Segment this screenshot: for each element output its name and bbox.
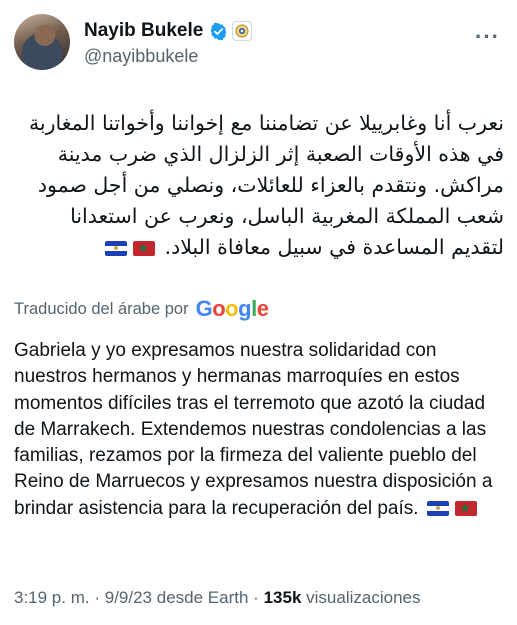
tweet-source: desde Earth xyxy=(156,588,249,607)
tweet-date[interactable]: 9/9/23 xyxy=(105,588,152,607)
tweet-time[interactable]: 3:19 p. m. xyxy=(14,588,90,607)
translation-label: Traducido del árabe por xyxy=(14,299,189,318)
more-options-icon[interactable]: ··· xyxy=(475,24,500,50)
meta-separator: · xyxy=(253,588,259,607)
tweet-meta: 3:19 p. m. · 9/9/23 desde Earth · 135k v… xyxy=(14,588,420,608)
flag-morocco-icon xyxy=(133,240,156,256)
flag-el-salvador-icon xyxy=(426,501,449,517)
views-count[interactable]: 135k xyxy=(264,588,302,607)
views-label: visualizaciones xyxy=(306,588,421,607)
author-display-name[interactable]: Nayib Bukele xyxy=(84,20,203,42)
arabic-text: نعرب أنا وغابرييلا عن تضامننا مع إخواننا… xyxy=(28,111,504,259)
author-handle[interactable]: @nayibbukele xyxy=(84,46,198,67)
google-logo-letter: o xyxy=(225,296,239,321)
tweet-text-spanish: Gabriela y yo expresamos nuestra solidar… xyxy=(14,338,506,522)
flag-el-salvador-icon xyxy=(105,240,128,256)
google-logo-letter: e xyxy=(256,296,269,321)
flag-morocco-icon xyxy=(454,501,477,517)
translation-attribution[interactable]: Traducido del árabe por Google xyxy=(14,296,269,322)
google-logo-letter: g xyxy=(238,296,252,321)
verified-badge-icon[interactable] xyxy=(209,22,228,41)
author-name-row: Nayib Bukele xyxy=(84,20,253,42)
meta-separator: · xyxy=(94,588,101,607)
avatar[interactable] xyxy=(14,14,70,70)
tweet-text-arabic: نعرب أنا وغابرييلا عن تضامننا مع إخواننا… xyxy=(14,108,504,263)
tweet-header: Nayib Bukele @nayibbukele ··· xyxy=(14,14,504,70)
government-seal-icon[interactable] xyxy=(232,21,253,41)
google-logo: Google xyxy=(196,296,269,322)
google-logo-letter: o xyxy=(212,296,226,321)
spanish-text: Gabriela y yo expresamos nuestra solidar… xyxy=(14,340,493,519)
google-logo-letter: G xyxy=(195,296,213,321)
